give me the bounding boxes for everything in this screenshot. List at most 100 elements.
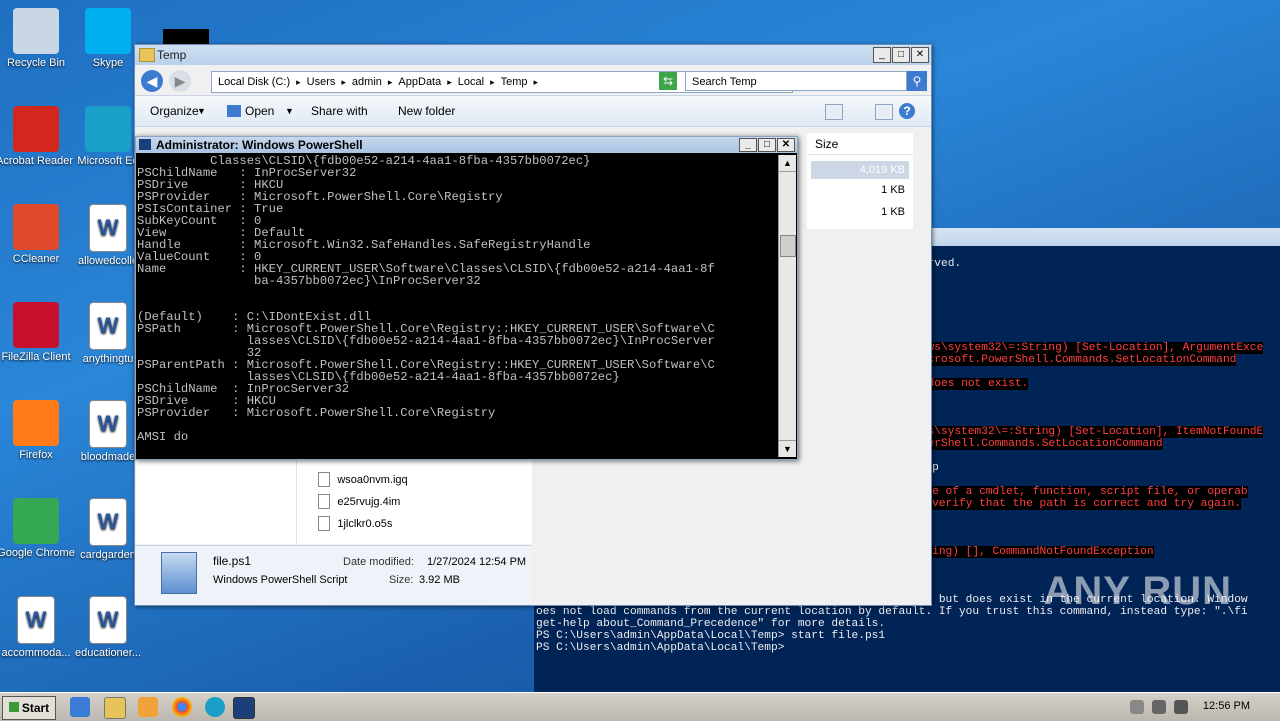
desktop-icon-label: CCleaner (12, 253, 60, 265)
recycle-bin-icon (13, 8, 59, 54)
breadcrumb-item[interactable]: Local Disk (C:) (218, 76, 290, 88)
chrome-icon (13, 498, 59, 544)
file-list[interactable]: wsoa0nvm.igq e25rvujg.4im 1jlclkr0.o5s (136, 460, 532, 544)
search-input[interactable]: Search Temp (685, 71, 907, 91)
console-line: get-help about_Command_Precedence" for m… (536, 618, 1280, 630)
desktop-icon-chrome[interactable]: Google Chrome (0, 498, 76, 560)
view-icon[interactable] (825, 104, 843, 120)
desktop-icon-label: educationer... (74, 647, 142, 659)
explorer-titlebar[interactable]: Temp _ □ ✕ (135, 45, 931, 65)
desktop-icon-label: Recycle Bin (6, 57, 66, 69)
powershell-admin-window[interactable]: Administrator: Windows PowerShell _ □ ✕ … (135, 136, 798, 460)
powershell-script-icon (161, 552, 197, 594)
size-column: 4,019 KB 1 KB 1 KB (807, 155, 913, 229)
details-size: 3.92 MB (419, 574, 460, 586)
organize-button[interactable]: Organize (150, 96, 199, 126)
powershell-taskbar-icon[interactable] (233, 697, 255, 719)
size-cell: 4,019 KB (811, 161, 909, 179)
desktop-icon-acrobat[interactable]: Acrobat Reader DC (0, 106, 76, 168)
breadcrumb-separator-icon[interactable]: ▸ (388, 77, 393, 87)
share-with-button[interactable]: Share with (311, 96, 368, 126)
scroll-thumb[interactable] (780, 235, 796, 257)
back-icon[interactable]: ◀ (141, 70, 163, 92)
edge-icon (85, 106, 131, 152)
preview-pane-icon[interactable] (875, 104, 893, 120)
clock[interactable]: 12:56 PM (1203, 700, 1250, 712)
folder-icon (139, 48, 155, 62)
tray-volume-icon[interactable] (1174, 700, 1188, 714)
breadcrumb-item[interactable]: admin (352, 76, 382, 88)
new-folder-button[interactable]: New folder (398, 96, 455, 126)
start-button[interactable]: Start (2, 696, 56, 720)
powershell-icon (139, 139, 151, 150)
address-bar-row: ◀ ▶ Local Disk (C:) ▸ Users ▸ admin ▸ AppData ▸… (135, 65, 931, 95)
explorer-taskbar-icon[interactable] (104, 697, 126, 719)
size-cell: 1 KB (881, 184, 905, 196)
list-item[interactable]: wsoa0nvm.igq (318, 472, 408, 488)
desktop-icon-filezilla[interactable]: FileZilla Client (0, 302, 76, 364)
search-icon[interactable]: ⚲ (907, 71, 927, 91)
word-doc-icon: W (89, 302, 127, 350)
open-chevron-icon: ▼ (285, 106, 294, 116)
console-text: PS C:\Users\admin\AppData\Local\Temp> (536, 642, 785, 654)
edge-taskbar-icon[interactable] (205, 697, 225, 717)
desktop-icon-word-doc[interactable]: Waccommoda... (0, 596, 76, 660)
word-doc-icon: W (17, 596, 55, 644)
chrome-taskbar-icon[interactable] (172, 697, 192, 717)
open-button[interactable]: Open (245, 96, 274, 126)
desktop-icon-ccleaner[interactable]: CCleaner (0, 204, 76, 266)
breadcrumb-separator-icon[interactable]: ▸ (534, 77, 539, 87)
open-icon (227, 105, 241, 117)
list-item[interactable]: 1jlclkr0.o5s (318, 516, 392, 532)
forward-icon[interactable]: ▶ (169, 70, 191, 92)
desktop-icon-label: Firefox (19, 449, 53, 461)
minimize-button[interactable]: _ (873, 47, 891, 63)
details-pane: file.ps1 Windows PowerShell Script Date … (135, 545, 531, 604)
filezilla-icon (13, 302, 59, 348)
file-icon (318, 516, 330, 532)
word-doc-icon: W (89, 204, 127, 252)
details-filetype: Windows PowerShell Script (213, 574, 348, 586)
breadcrumb-separator-icon[interactable]: ▸ (296, 77, 301, 87)
close-button[interactable]: ✕ (777, 138, 795, 152)
scrollbar[interactable]: ▲ ▼ (778, 155, 796, 457)
scroll-down-icon[interactable]: ▼ (779, 440, 796, 457)
console-line: AMSI do (137, 430, 189, 444)
close-button[interactable]: ✕ (911, 47, 929, 63)
desktop-icon-label: Google Chrome (0, 547, 75, 559)
ie-icon[interactable] (70, 697, 90, 717)
list-item[interactable]: e25rvujg.4im (318, 494, 400, 510)
anyrun-watermark: ANY RUN (1043, 569, 1232, 613)
powershell-admin-titlebar[interactable]: Administrator: Windows PowerShell _ □ ✕ (136, 137, 797, 153)
tray-flag-icon[interactable] (1130, 700, 1144, 714)
console-line: PS C:\Users\admin\AppData\Local\Temp> st… (536, 630, 1280, 642)
breadcrumb-item[interactable]: Users (307, 76, 336, 88)
word-doc-icon: W (89, 400, 127, 448)
media-player-icon[interactable] (138, 697, 158, 717)
size-cell: 1 KB (881, 206, 905, 218)
tray-network-icon[interactable] (1152, 700, 1166, 714)
explorer-title: Temp (157, 48, 187, 62)
breadcrumb-item[interactable]: Local (458, 76, 484, 88)
minimize-button[interactable]: _ (739, 138, 757, 152)
breadcrumb-item[interactable]: AppData (398, 76, 441, 88)
size-column-header[interactable]: Size (807, 133, 913, 155)
details-filename: file.ps1 (213, 554, 252, 568)
help-icon[interactable]: ? (899, 103, 915, 119)
scroll-up-icon[interactable]: ▲ (779, 155, 796, 172)
breadcrumb-separator-icon[interactable]: ▸ (341, 77, 346, 87)
organize-chevron-icon: ▼ (197, 106, 206, 116)
breadcrumb-item[interactable]: Temp (501, 76, 528, 88)
desktop-icon-recycle-bin[interactable]: Recycle Bin (0, 8, 76, 70)
desktop-icon-label: FileZilla Client (1, 351, 71, 363)
powershell-admin-console[interactable]: Classes\CLSID\{fdb00e52-a214-4aa1-8fba-4… (137, 155, 777, 457)
word-doc-icon: W (89, 596, 127, 644)
acrobat-icon (13, 106, 59, 152)
desktop-icon-firefox[interactable]: Firefox (0, 400, 76, 462)
maximize-button[interactable]: □ (892, 47, 910, 63)
maximize-button[interactable]: □ (758, 138, 776, 152)
refresh-icon[interactable]: ⇆ (659, 72, 677, 90)
breadcrumb-separator-icon[interactable]: ▸ (490, 77, 495, 87)
breadcrumb-separator-icon[interactable]: ▸ (447, 77, 452, 87)
